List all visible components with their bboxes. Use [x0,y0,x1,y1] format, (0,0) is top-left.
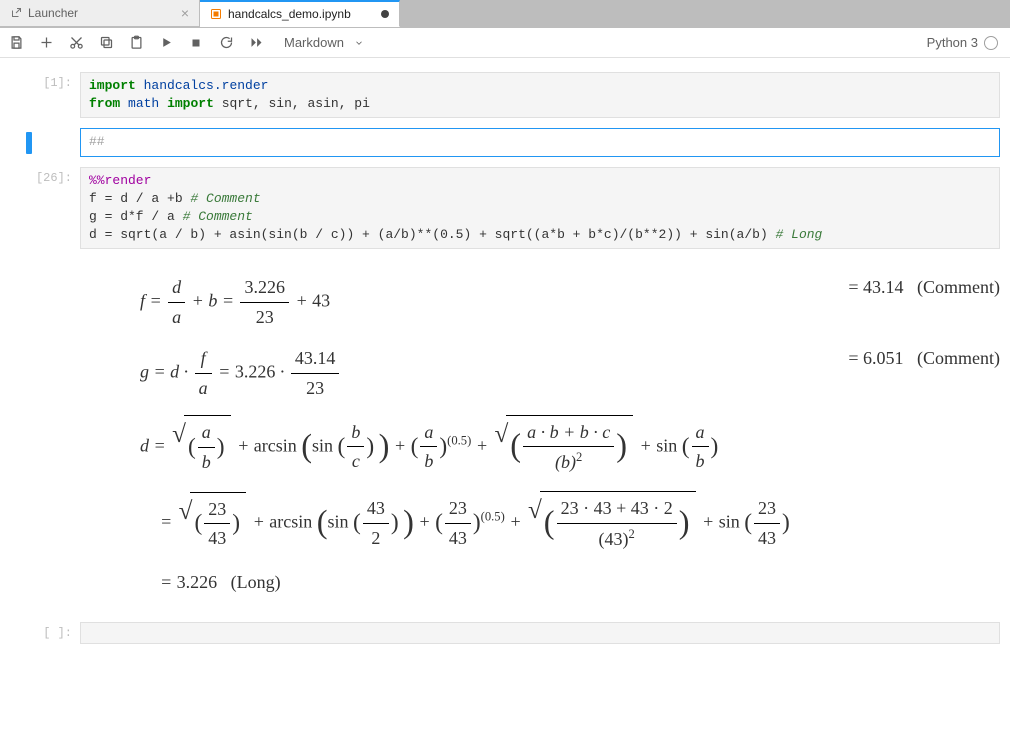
celltype-dropdown[interactable]: Markdown [278,35,370,50]
kernel-status-icon [984,36,998,50]
cut-button[interactable] [68,35,84,50]
add-cell-button[interactable] [38,35,54,50]
kernel-indicator[interactable]: Python 3 [927,35,1002,50]
copy-button[interactable] [98,35,114,50]
tab-launcher[interactable]: Launcher × [0,0,200,27]
tab-label: handcalcs_demo.ipynb [228,7,351,21]
run-button[interactable] [158,36,174,49]
cell-gutter [10,259,80,612]
kernel-name: Python 3 [927,35,978,50]
rendered-math: f = da + b = 3.22623 + 43 = 43.14 (Comme… [80,259,1000,612]
tab-spacer [400,0,1010,27]
cell-gutter: [ ]: [10,622,80,644]
cell-gutter: [26]: [10,167,80,250]
tab-notebook[interactable]: handcalcs_demo.ipynb [200,0,400,27]
output-cell: f = da + b = 3.22623 + 43 = 43.14 (Comme… [10,259,1000,612]
save-button[interactable] [8,35,24,50]
code-input[interactable]: %%render f = d / a +b # Comment g = d*f … [80,167,1000,250]
active-indicator-icon [26,132,32,154]
celltype-label: Markdown [284,35,344,50]
chevron-down-icon [354,38,364,48]
notebook-icon [210,8,222,20]
tab-bar: Launcher × handcalcs_demo.ipynb [0,0,1010,28]
exec-prompt: [ ]: [43,626,72,640]
markdown-input[interactable]: ## [80,128,1000,156]
code-input[interactable]: import handcalcs.render from math import… [80,72,1000,118]
cell-gutter: [1]: [10,72,80,118]
dirty-indicator-icon [381,10,389,18]
code-cell[interactable]: [26]: %%render f = d / a +b # Comment g … [10,167,1000,250]
code-cell-empty[interactable]: [ ]: [10,622,1000,644]
stop-button[interactable] [188,37,204,49]
exec-prompt: [1]: [43,76,72,90]
external-icon [10,7,22,19]
code-cell[interactable]: [1]: import handcalcs.render from math i… [10,72,1000,118]
cell-gutter [10,128,80,156]
code-input[interactable] [80,622,1000,644]
tab-label: Launcher [28,6,78,20]
notebook-toolbar: Markdown Python 3 [0,28,1010,58]
paste-button[interactable] [128,35,144,50]
markdown-cell-active[interactable]: ## [10,128,1000,156]
run-all-button[interactable] [248,35,264,50]
notebook-body[interactable]: [1]: import handcalcs.render from math i… [0,58,1010,736]
close-icon[interactable]: × [181,5,189,21]
exec-prompt: [26]: [36,171,72,185]
restart-button[interactable] [218,35,234,50]
